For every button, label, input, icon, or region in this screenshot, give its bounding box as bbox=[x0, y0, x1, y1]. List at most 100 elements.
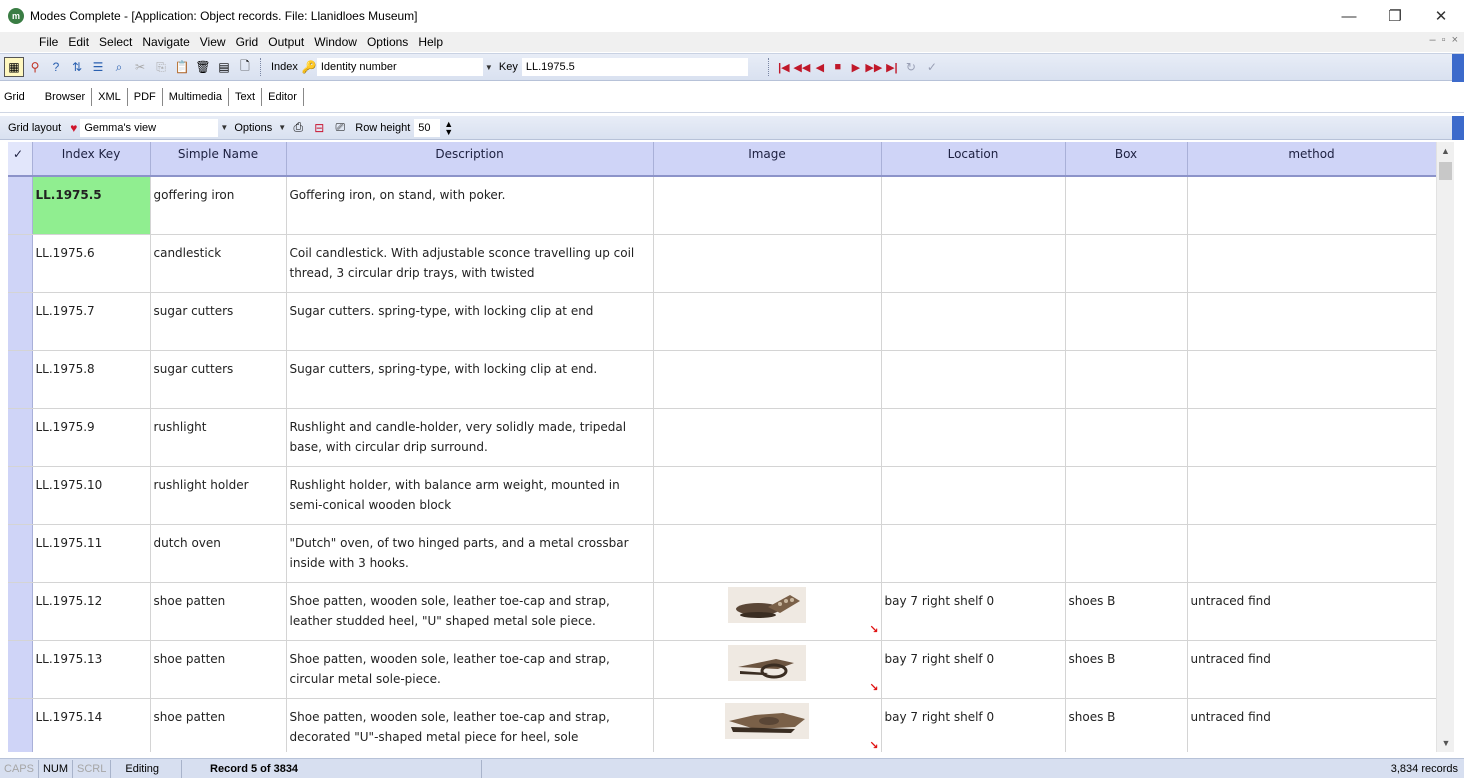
column-header-box[interactable]: Box bbox=[1065, 142, 1188, 177]
method-cell[interactable] bbox=[1187, 350, 1436, 409]
fast-forward-icon[interactable]: ▶▶ bbox=[865, 57, 883, 77]
mdi-minimize-button[interactable]: – bbox=[1430, 34, 1436, 46]
tab-xml[interactable]: XML bbox=[92, 88, 128, 106]
restore-button[interactable]: ❐ bbox=[1372, 0, 1418, 32]
copy-icon[interactable]: ⎘ bbox=[151, 57, 171, 77]
vertical-scrollbar[interactable]: ▲ ▼ bbox=[1436, 142, 1454, 752]
tab-browser[interactable]: Browser bbox=[39, 88, 93, 106]
fast-back-icon[interactable]: ◀◀ bbox=[793, 57, 811, 77]
menu-window[interactable]: Window bbox=[309, 35, 362, 49]
column-header-index-key[interactable]: Index Key bbox=[32, 142, 151, 177]
simple-name-cell[interactable]: shoe patten bbox=[150, 698, 287, 752]
row-selector[interactable] bbox=[8, 466, 33, 525]
shoe-patten-thumbnail[interactable] bbox=[728, 586, 806, 623]
preview-icon[interactable]: ⎚ bbox=[330, 118, 350, 138]
image-cell[interactable]: ↘ bbox=[653, 698, 882, 752]
image-cell[interactable]: ↘ bbox=[653, 582, 882, 641]
toolbar-grip-2[interactable] bbox=[767, 58, 771, 76]
menu-output[interactable]: Output bbox=[263, 35, 309, 49]
menu-navigate[interactable]: Navigate bbox=[137, 35, 194, 49]
column-header-simple-name[interactable]: Simple Name bbox=[150, 142, 287, 177]
column-header-description[interactable]: Description bbox=[286, 142, 654, 177]
print-icon[interactable]: ⎙ bbox=[288, 118, 308, 138]
row-selector[interactable] bbox=[8, 234, 33, 293]
index-dropdown-arrow-icon[interactable]: ▼ bbox=[483, 63, 495, 72]
menu-help[interactable]: Help bbox=[413, 35, 448, 49]
simple-name-cell[interactable]: sugar cutters bbox=[150, 292, 287, 351]
book-icon[interactable]: ▤ bbox=[214, 57, 234, 77]
image-cell[interactable] bbox=[653, 350, 882, 409]
box-cell[interactable] bbox=[1065, 292, 1188, 351]
delete-icon[interactable]: 🗑 bbox=[193, 57, 213, 77]
row-selector[interactable] bbox=[8, 698, 33, 752]
location-cell[interactable] bbox=[881, 350, 1066, 409]
column-header-location[interactable]: Location bbox=[881, 142, 1066, 177]
simple-name-cell[interactable]: candlestick bbox=[150, 234, 287, 293]
index-key-cell[interactable]: LL.1975.12 bbox=[31, 582, 151, 641]
scroll-up-icon[interactable]: ▲ bbox=[1437, 142, 1454, 160]
location-cell[interactable] bbox=[881, 234, 1066, 293]
query-icon[interactable]: ? bbox=[46, 57, 66, 77]
description-cell[interactable]: Rushlight and candle-holder, very solidl… bbox=[286, 408, 654, 467]
description-cell[interactable]: Coil candlestick. With adjustable sconce… bbox=[286, 234, 654, 293]
find-icon[interactable]: ⚲ bbox=[25, 57, 45, 77]
method-cell[interactable] bbox=[1187, 176, 1436, 235]
shoe-patten-thumbnail[interactable] bbox=[728, 644, 806, 681]
menu-view[interactable]: View bbox=[195, 35, 231, 49]
box-cell[interactable] bbox=[1065, 234, 1188, 293]
select-all-header[interactable]: ✓ bbox=[8, 142, 33, 177]
box-cell[interactable] bbox=[1065, 524, 1188, 583]
image-cell[interactable] bbox=[653, 466, 882, 525]
table-row[interactable]: LL.1975.9 rushlight Rushlight and candle… bbox=[8, 408, 1436, 467]
simple-name-cell[interactable]: goffering iron bbox=[150, 176, 287, 235]
previous-record-icon[interactable]: ◀ bbox=[811, 57, 829, 77]
index-key-cell[interactable]: LL.1975.7 bbox=[31, 292, 151, 351]
index-key-cell[interactable]: LL.1975.9 bbox=[31, 408, 151, 467]
confirm-icon[interactable]: ✓ bbox=[922, 57, 942, 77]
row-selector[interactable] bbox=[8, 408, 33, 467]
last-record-icon[interactable]: ▶| bbox=[883, 57, 901, 77]
method-cell[interactable]: untraced find bbox=[1187, 582, 1436, 641]
table-row[interactable]: LL.1975.6 candlestick Coil candlestick. … bbox=[8, 234, 1436, 293]
description-cell[interactable]: Rushlight holder, with balance arm weigh… bbox=[286, 466, 654, 525]
location-cell[interactable] bbox=[881, 466, 1066, 525]
image-cell[interactable] bbox=[653, 408, 882, 467]
tab-multimedia[interactable]: Multimedia bbox=[163, 88, 229, 106]
column-header-image[interactable]: Image bbox=[653, 142, 882, 177]
toolbar-grip[interactable] bbox=[260, 58, 263, 76]
image-cell[interactable] bbox=[653, 292, 882, 351]
shoe-patten-thumbnail[interactable] bbox=[725, 702, 809, 739]
description-cell[interactable]: "Dutch" oven, of two hinged parts, and a… bbox=[286, 524, 654, 583]
tab-text[interactable]: Text bbox=[229, 88, 263, 106]
list-icon[interactable]: ☰ bbox=[88, 57, 108, 77]
method-cell[interactable]: untraced find bbox=[1187, 640, 1436, 699]
table-row[interactable]: LL.1975.14 shoe patten Shoe patten, wood… bbox=[8, 698, 1436, 752]
simple-name-cell[interactable]: rushlight bbox=[150, 408, 287, 467]
index-key-cell[interactable]: LL.1975.8 bbox=[31, 350, 151, 409]
options-menu-button[interactable]: Options bbox=[234, 122, 272, 134]
location-cell[interactable] bbox=[881, 176, 1066, 235]
menu-select[interactable]: Select bbox=[94, 35, 137, 49]
location-cell[interactable]: bay 7 right shelf 0 bbox=[881, 698, 1066, 752]
box-cell[interactable]: shoes B bbox=[1065, 698, 1188, 752]
index-key-cell[interactable]: LL.1975.5 bbox=[31, 176, 151, 235]
scroll-thumb[interactable] bbox=[1439, 162, 1452, 180]
table-row[interactable]: LL.1975.7 sugar cutters Sugar cutters. s… bbox=[8, 292, 1436, 351]
simple-name-cell[interactable]: shoe patten bbox=[150, 640, 287, 699]
method-cell[interactable] bbox=[1187, 524, 1436, 583]
key-input[interactable]: LL.1975.5 bbox=[521, 58, 748, 76]
index-key-cell[interactable]: LL.1975.11 bbox=[31, 524, 151, 583]
row-selector[interactable] bbox=[8, 292, 33, 351]
stop-icon[interactable]: ■ bbox=[829, 57, 847, 77]
minus-box-icon[interactable]: ⊟ bbox=[309, 118, 329, 138]
method-cell[interactable] bbox=[1187, 408, 1436, 467]
row-selector[interactable] bbox=[8, 582, 33, 641]
method-cell[interactable] bbox=[1187, 466, 1436, 525]
first-record-icon[interactable]: |◀ bbox=[775, 57, 793, 77]
box-cell[interactable]: shoes B bbox=[1065, 582, 1188, 641]
box-cell[interactable] bbox=[1065, 408, 1188, 467]
location-cell[interactable]: bay 7 right shelf 0 bbox=[881, 582, 1066, 641]
image-cell[interactable] bbox=[653, 524, 882, 583]
column-header-method[interactable]: method bbox=[1187, 142, 1436, 177]
tab-pdf[interactable]: PDF bbox=[128, 88, 163, 106]
